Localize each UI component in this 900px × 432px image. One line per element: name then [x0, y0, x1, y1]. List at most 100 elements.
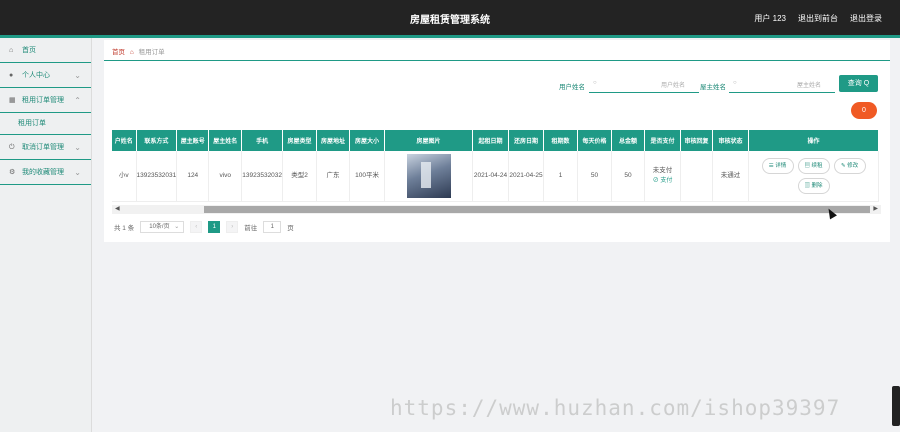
- detail-button-label: 详情: [775, 162, 787, 169]
- prev-page-button[interactable]: ‹: [190, 221, 203, 233]
- edit-button[interactable]: ✎ 修改: [833, 157, 866, 174]
- sidebar-item-label: 租用订单: [18, 120, 46, 127]
- column-header: 每天价格: [577, 130, 613, 151]
- user-name-label: 用户姓名: [559, 84, 585, 91]
- orders-table: 户姓名 联系方式 屋主账号 屋主姓名 手机 房屋类型 房屋地址 房屋大小 房屋图…: [112, 130, 880, 202]
- sidebar-item-label: 取消订单管理: [22, 144, 64, 151]
- chevron-down-icon: ⌄: [74, 168, 81, 177]
- column-header: 房屋大小: [349, 130, 386, 151]
- owner-name-label: 屋主姓名: [700, 84, 726, 91]
- column-header: 房屋地址: [316, 130, 351, 151]
- sidebar-subitem-rent-orders[interactable]: 租用订单: [0, 113, 91, 135]
- home-icon: ⌂: [9, 47, 14, 54]
- cell-address: 广东: [316, 151, 351, 202]
- home-icon: ⌂: [129, 49, 134, 56]
- breadcrumb-home[interactable]: 首页: [112, 49, 125, 56]
- horizontal-scrollbar[interactable]: ◀ ▶: [112, 205, 881, 214]
- next-page-button[interactable]: ›: [226, 221, 239, 233]
- cell-daily-price: 50: [577, 151, 613, 202]
- page-number-current[interactable]: 1: [208, 221, 221, 233]
- scroll-left-arrow-icon[interactable]: ◀: [115, 205, 120, 214]
- top-right-menu: 用户 123 退出到前台 退出登录: [754, 13, 882, 24]
- goto-prefix: 前往: [244, 225, 258, 232]
- user-name-placeholder: 用户姓名: [660, 83, 685, 89]
- cell-total: 50: [611, 151, 646, 202]
- scroll-right-arrow-icon[interactable]: ▶: [873, 205, 878, 214]
- sidebar-item-label: 我的收藏管理: [22, 169, 64, 176]
- breadcrumb: 首页 ⌂ 租用订单: [112, 46, 165, 56]
- house-photo[interactable]: [406, 153, 451, 198]
- user-label[interactable]: 用户 123: [754, 13, 786, 24]
- page-size-select[interactable]: 10条/页 ⌄: [140, 221, 185, 233]
- sidebar-item-home[interactable]: ⌂ 首页: [0, 38, 91, 63]
- cell-size: 100平米: [349, 151, 386, 202]
- sidebar-item-rent-orders-manage[interactable]: ▦ 租用订单管理 ⌃: [0, 88, 91, 113]
- logout-link[interactable]: 退出登录: [850, 13, 882, 24]
- pagination-total: 共 1 条: [114, 225, 135, 232]
- cell-start-date: 2021-04-24: [472, 151, 510, 202]
- cell-owner-account: 124: [176, 151, 210, 202]
- user-name-input[interactable]: ○ 用户姓名: [589, 77, 699, 93]
- owner-name-placeholder: 屋主姓名: [796, 83, 821, 89]
- detail-button[interactable]: ☰ 详情: [761, 157, 794, 174]
- renew-button-label: 续租: [811, 162, 823, 169]
- column-header: 还房日期: [508, 130, 545, 151]
- column-header: 屋主姓名: [208, 130, 243, 151]
- chevron-down-icon: ⌄: [174, 224, 180, 230]
- gear-icon: ⚙: [9, 169, 16, 176]
- sidebar-item-cancel-orders-manage[interactable]: ⏻ 取消订单管理 ⌄: [0, 135, 91, 160]
- cell-status: 未通过: [712, 151, 750, 202]
- action-buttons: ☰ 详情 ▤ 续租 ✎ 修改 ▥ 删除: [749, 157, 878, 194]
- cell-user-name: 小v: [112, 151, 137, 202]
- cell-end-date: 2021-04-25: [508, 151, 545, 202]
- column-header: 起租日期: [472, 130, 510, 151]
- cell-owner-name: vivo: [208, 151, 243, 202]
- delete-button-label: 删除: [811, 182, 823, 189]
- paid-status: 未支付: [652, 166, 673, 174]
- column-header: 审核状态: [712, 130, 750, 151]
- chevron-up-icon: ⌃: [74, 96, 81, 105]
- search-icon: ○: [733, 80, 737, 86]
- column-header: 手机: [241, 130, 284, 151]
- delete-row-button[interactable]: ▥ 删除: [797, 177, 830, 194]
- column-header: 屋主账号: [176, 130, 210, 151]
- topbar-accent-line: [0, 35, 900, 38]
- column-header: 审核回复: [680, 130, 714, 151]
- grid-icon: ▦: [9, 97, 16, 104]
- cell-term: 1: [543, 151, 579, 202]
- delete-button[interactable]: 0: [851, 102, 877, 119]
- owner-name-input[interactable]: ○ 屋主姓名: [729, 77, 835, 93]
- cell-contact: 13923532031: [136, 151, 178, 202]
- search-button[interactable]: 查询 Q: [839, 75, 878, 92]
- pay-link-label: 支付: [660, 177, 673, 184]
- sidebar-item-personal-center[interactable]: ● 个人中心 ⌄: [0, 63, 91, 88]
- table-header-row: 户姓名 联系方式 屋主账号 屋主姓名 手机 房屋类型 房屋地址 房屋大小 房屋图…: [112, 130, 880, 151]
- sidebar-item-label: 首页: [22, 47, 36, 54]
- cell-actions: ☰ 详情 ▤ 续租 ✎ 修改 ▥ 删除: [748, 151, 880, 202]
- goto-page-input[interactable]: 1: [263, 221, 282, 233]
- scrollbar-thumb[interactable]: [204, 206, 870, 213]
- table-row: 小v 13923532031 124 vivo 13923532032 类型2 …: [112, 151, 880, 202]
- cell-house-type: 类型2: [282, 151, 318, 202]
- document-icon: ▤: [804, 162, 812, 169]
- column-header: 操作: [748, 130, 880, 151]
- sidebar-item-label: 租用订单管理: [22, 97, 64, 104]
- column-header: 总金额: [611, 130, 646, 151]
- edit-button-label: 修改: [847, 162, 859, 169]
- back-to-front-link[interactable]: 退出到前台: [798, 13, 838, 24]
- column-header: 租期数: [543, 130, 579, 151]
- user-icon: ●: [9, 72, 14, 79]
- renew-button[interactable]: ▤ 续租: [797, 157, 830, 174]
- chevron-down-icon: ⌄: [74, 71, 81, 80]
- orders-table-wrap: 户姓名 联系方式 屋主账号 屋主姓名 手机 房屋类型 房屋地址 房屋大小 房屋图…: [112, 130, 881, 214]
- corner-widget: [892, 386, 900, 426]
- column-header: 是否支付: [644, 130, 682, 151]
- sidebar-item-favorites-manage[interactable]: ⚙ 我的收藏管理 ⌄: [0, 160, 91, 185]
- column-header: 房屋图片: [384, 130, 474, 151]
- column-header: 户姓名: [112, 130, 137, 151]
- column-header: 房屋类型: [282, 130, 318, 151]
- breadcrumb-divider: [104, 60, 890, 61]
- pay-link[interactable]: ⊘ 支付: [645, 176, 680, 186]
- chevron-down-icon: ⌄: [74, 143, 81, 152]
- trash-icon: ▥: [804, 182, 812, 189]
